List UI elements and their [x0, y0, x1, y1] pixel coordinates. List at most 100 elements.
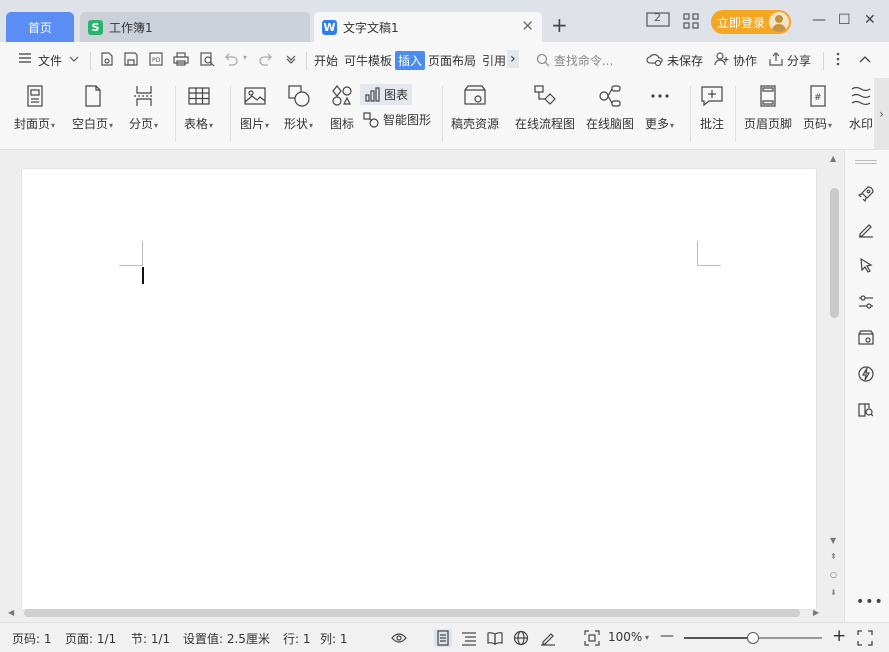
pen-icon[interactable] [856, 220, 876, 240]
resource-store-icon[interactable] [856, 328, 876, 348]
zoom-level[interactable]: 100% [608, 630, 642, 644]
tab-home[interactable]: 首页 [6, 12, 74, 42]
ribbon-scroll-right[interactable]: › [874, 78, 889, 150]
collaborate-icon[interactable] [714, 51, 730, 71]
tab-workbook[interactable]: S 工作簿1 [80, 12, 310, 42]
menu-item-page-layout[interactable]: 页面布局 [428, 52, 476, 69]
document-page[interactable] [22, 169, 816, 609]
status-setting[interactable]: 设置值: 2.5厘米 [183, 630, 270, 647]
scroll-left-icon[interactable]: ◀ [8, 608, 14, 617]
prev-page-icon[interactable]: ⇞ [830, 552, 837, 562]
chevron-down-icon[interactable] [68, 53, 80, 69]
sliders-icon[interactable] [856, 292, 876, 312]
export-pdf-icon[interactable]: PD [148, 51, 164, 71]
table-button[interactable]: 表格▾ [184, 84, 213, 132]
scroll-down-icon[interactable]: ▼ [830, 536, 836, 546]
fullscreen-icon[interactable] [856, 629, 874, 647]
hamburger-icon[interactable] [18, 51, 32, 69]
undo-dropdown-icon[interactable]: ▾ [243, 53, 247, 62]
page-view-icon[interactable] [434, 629, 452, 647]
page-number-button[interactable]: # 页码▾ [803, 84, 832, 132]
shape-button[interactable]: 形状▾ [284, 84, 313, 132]
document-canvas[interactable] [0, 150, 826, 622]
apps-grid-icon[interactable] [683, 13, 699, 33]
minimize-button[interactable]: — [812, 12, 826, 28]
rocket-icon[interactable] [856, 184, 876, 204]
picture-button[interactable]: 图片▾ [240, 84, 269, 132]
book-search-icon[interactable] [856, 400, 876, 420]
comment-button[interactable]: 批注 [700, 84, 724, 132]
redo-icon[interactable] [258, 51, 274, 71]
menu-item-templates[interactable]: 可牛模板 [344, 52, 392, 69]
cloud-sync-icon[interactable] [646, 51, 664, 71]
menu-more-icon[interactable]: › [507, 50, 519, 68]
avatar-icon [769, 12, 789, 32]
zoom-slider[interactable] [684, 632, 822, 644]
blank-page-button[interactable]: 空白页▾ [72, 84, 113, 132]
menu-item-insert[interactable]: 插入 [395, 51, 426, 70]
zoom-in-button[interactable]: + [832, 626, 846, 646]
unsaved-status[interactable]: 未保存 [667, 52, 703, 69]
menu-item-home[interactable]: 开始 [314, 52, 338, 69]
command-search[interactable]: 查找命令... [536, 52, 613, 69]
login-button[interactable]: 立即登录 [711, 10, 791, 34]
header-footer-button[interactable]: 页眉页脚 [744, 84, 792, 132]
print-preview-icon[interactable] [199, 51, 215, 71]
web-layout-icon[interactable] [512, 629, 530, 647]
menu-item-references[interactable]: 引用 [482, 52, 506, 69]
horizontal-scroll-thumb[interactable] [24, 609, 800, 617]
outline-view-icon[interactable] [460, 629, 478, 647]
next-page-icon[interactable]: ⇟ [830, 588, 837, 598]
flowchart-button[interactable]: 在线流程图 [515, 84, 575, 132]
smart-graphic-button[interactable]: 智能图形 [363, 111, 431, 128]
more-vertical-icon[interactable] [834, 51, 842, 71]
status-column[interactable]: 列: 1 [320, 630, 348, 647]
vertical-scrollbar[interactable]: ▲ ▼ ⇞ ○ ⇟ [826, 150, 844, 622]
undo-icon[interactable] [223, 51, 239, 71]
fit-page-icon[interactable] [583, 629, 601, 647]
zoom-slider-knob[interactable] [747, 632, 759, 644]
save-icon[interactable] [123, 51, 139, 71]
status-page[interactable]: 页面: 1/1 [65, 630, 116, 647]
zoom-dropdown-icon[interactable]: ▾ [645, 633, 649, 642]
collapse-ribbon-icon[interactable] [858, 53, 872, 69]
window-close-button[interactable]: ✕ [864, 12, 876, 28]
file-menu[interactable]: 文件 [38, 52, 62, 69]
mindmap-button[interactable]: 在线脑图 [586, 84, 634, 132]
reading-mode-icon[interactable] [486, 629, 504, 647]
save-cloud-icon[interactable] [99, 51, 115, 71]
tab-close-icon[interactable]: ✕ [521, 19, 534, 34]
share-icon[interactable] [768, 51, 784, 71]
menu-divider [823, 52, 824, 70]
add-tab-icon[interactable]: + [551, 15, 568, 35]
status-page-number[interactable]: 页码: 1 [12, 630, 52, 647]
sidebar-grip[interactable] [855, 160, 877, 164]
vertical-scroll-thumb[interactable] [830, 188, 839, 318]
tab-document[interactable]: W 文字文稿1 ✕ [314, 12, 542, 42]
page-break-button[interactable]: 分页▾ [129, 84, 158, 132]
scroll-up-icon[interactable]: ▲ [830, 154, 836, 164]
quick-access-dropdown-icon[interactable] [285, 53, 297, 69]
status-section[interactable]: 节: 1/1 [131, 630, 170, 647]
collaborate-button[interactable]: 协作 [733, 52, 757, 69]
chart-button[interactable]: 图表 [360, 84, 413, 105]
status-row[interactable]: 行: 1 [283, 630, 311, 647]
watermark-button[interactable]: 水印 [849, 84, 873, 132]
maximize-button[interactable]: ☐ [838, 12, 851, 28]
write-mode-icon[interactable] [539, 629, 557, 647]
eye-protection-icon[interactable] [390, 629, 408, 647]
zoom-out-button[interactable]: — [660, 628, 674, 644]
lightning-icon[interactable] [856, 364, 876, 384]
share-button[interactable]: 分享 [787, 52, 811, 69]
browse-object-icon[interactable]: ○ [830, 570, 837, 580]
screen-layout-icon[interactable]: 2 [646, 11, 670, 32]
resources-button[interactable]: 稿壳资源 [451, 84, 499, 132]
print-icon[interactable] [173, 51, 189, 71]
sidebar-more-icon[interactable]: ••• [856, 594, 884, 610]
scroll-right-icon[interactable]: ▶ [813, 608, 819, 617]
horizontal-scrollbar[interactable]: ◀ ▶ [0, 604, 826, 622]
more-insert-button[interactable]: 更多▾ [645, 84, 674, 132]
cover-page-button[interactable]: 封面页▾ [14, 84, 55, 132]
cursor-select-icon[interactable] [856, 256, 876, 276]
icon-library-button[interactable]: 图标 [330, 84, 354, 132]
